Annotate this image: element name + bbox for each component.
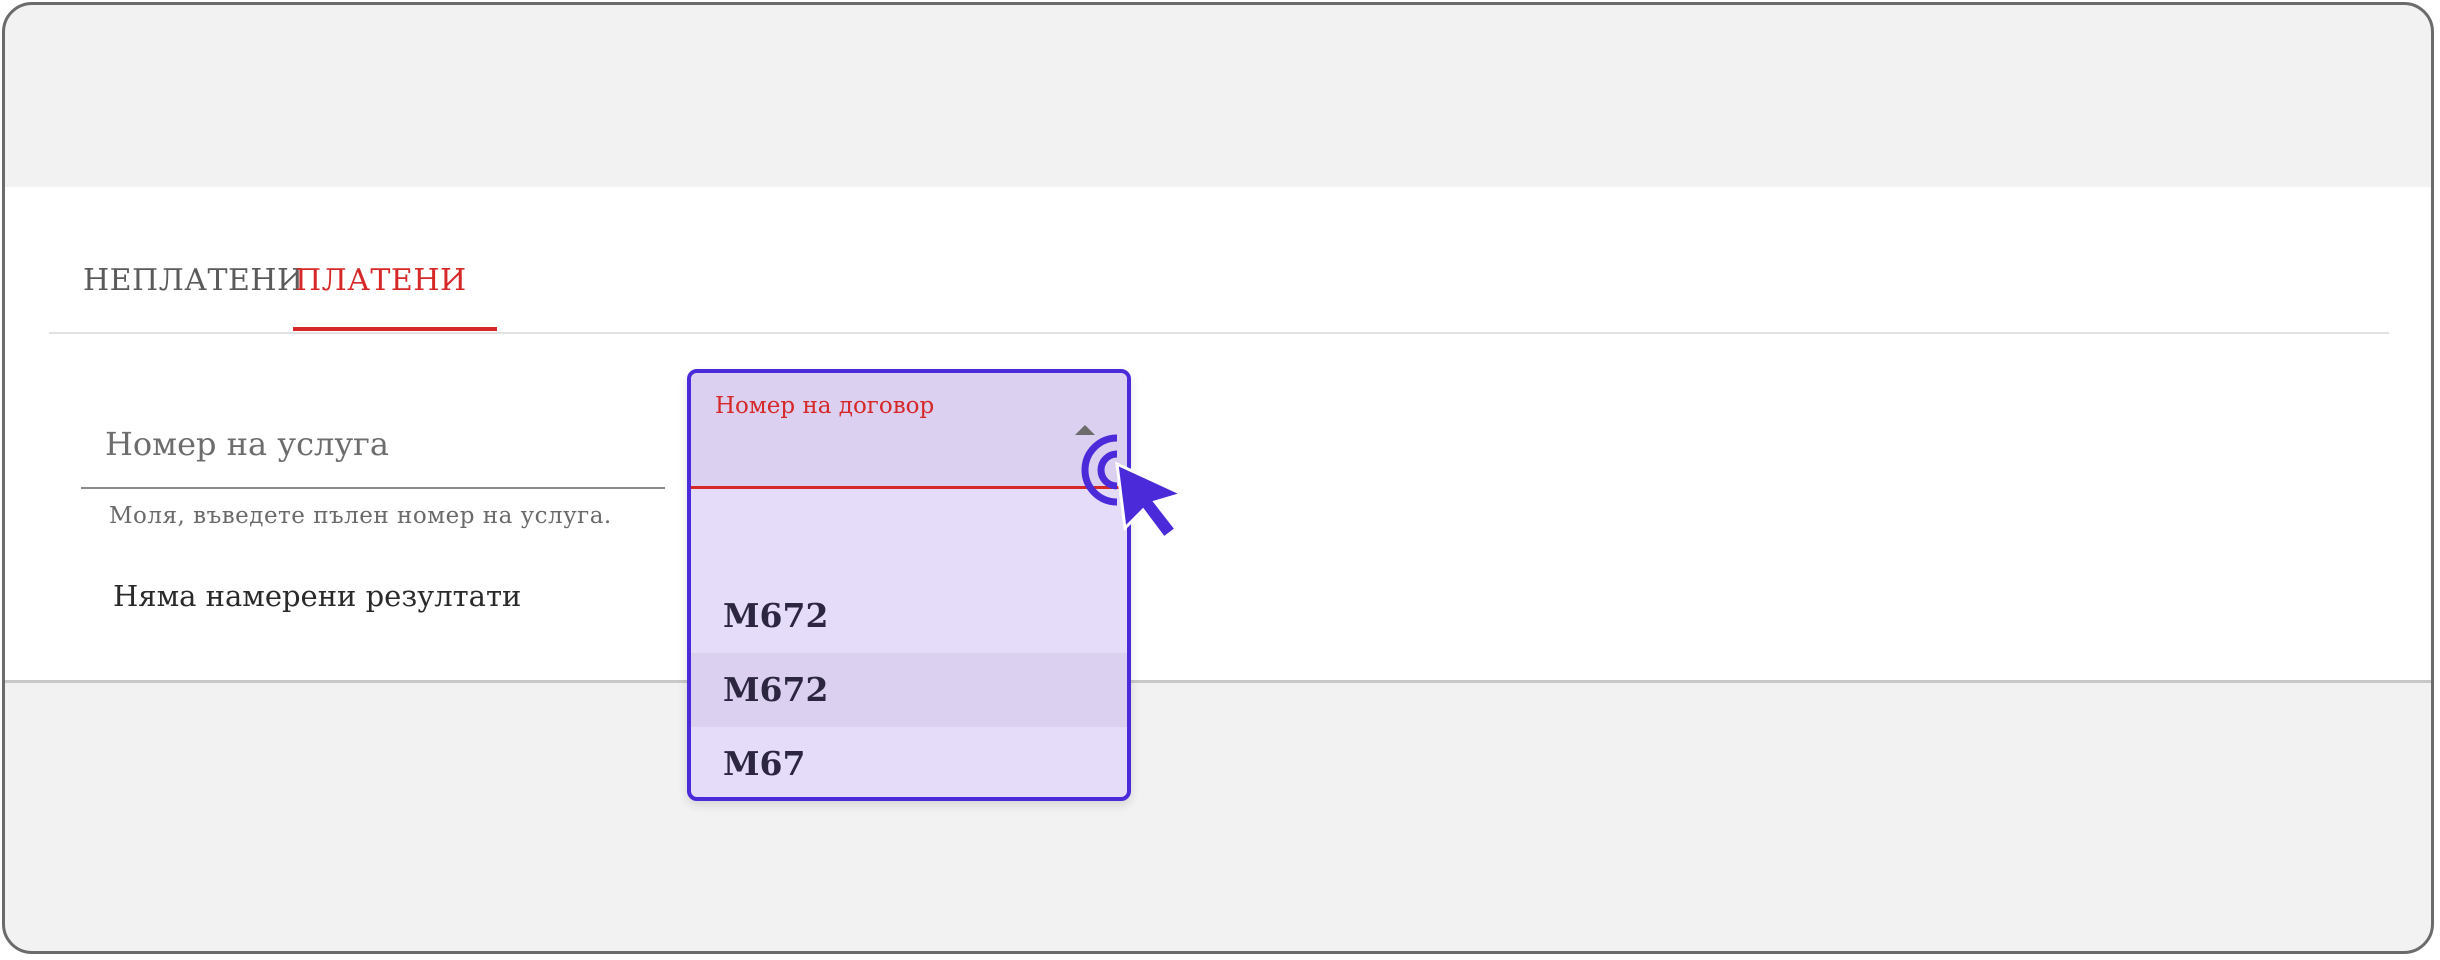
browser-frame: НЕПЛАТЕНИ ПЛАТЕНИ Номер на услуга Моля, … [2,2,2434,954]
click-cursor-icon [1077,430,1207,541]
tab-unpaid[interactable]: НЕПЛАТЕНИ [83,263,304,332]
contract-number-label: Номер на договор [715,393,935,419]
dropdown-option[interactable]: М67 [691,727,1127,797]
contract-number-select[interactable]: Номер на договор [691,373,1127,489]
service-number-hint: Моля, въведете пълен номер на услуга. [109,503,612,529]
content-panel: НЕПЛАТЕНИ ПЛАТЕНИ Номер на услуга Моля, … [5,187,2431,683]
dropdown-option[interactable]: М672 [691,653,1127,727]
contract-number-dropdown[interactable]: Номер на договор М672 М672 М67 [687,369,1131,801]
service-number-label: Номер на услуга [105,425,389,463]
no-results-text: Няма намерени резултати [113,579,522,613]
active-tab-indicator [293,327,497,331]
service-number-field[interactable]: Номер на услуга [81,407,665,489]
dropdown-option[interactable]: М672 [691,579,1127,653]
tab-bar: НЕПЛАТЕНИ ПЛАТЕНИ [49,187,2389,334]
tab-paid[interactable]: ПЛАТЕНИ [295,263,467,332]
